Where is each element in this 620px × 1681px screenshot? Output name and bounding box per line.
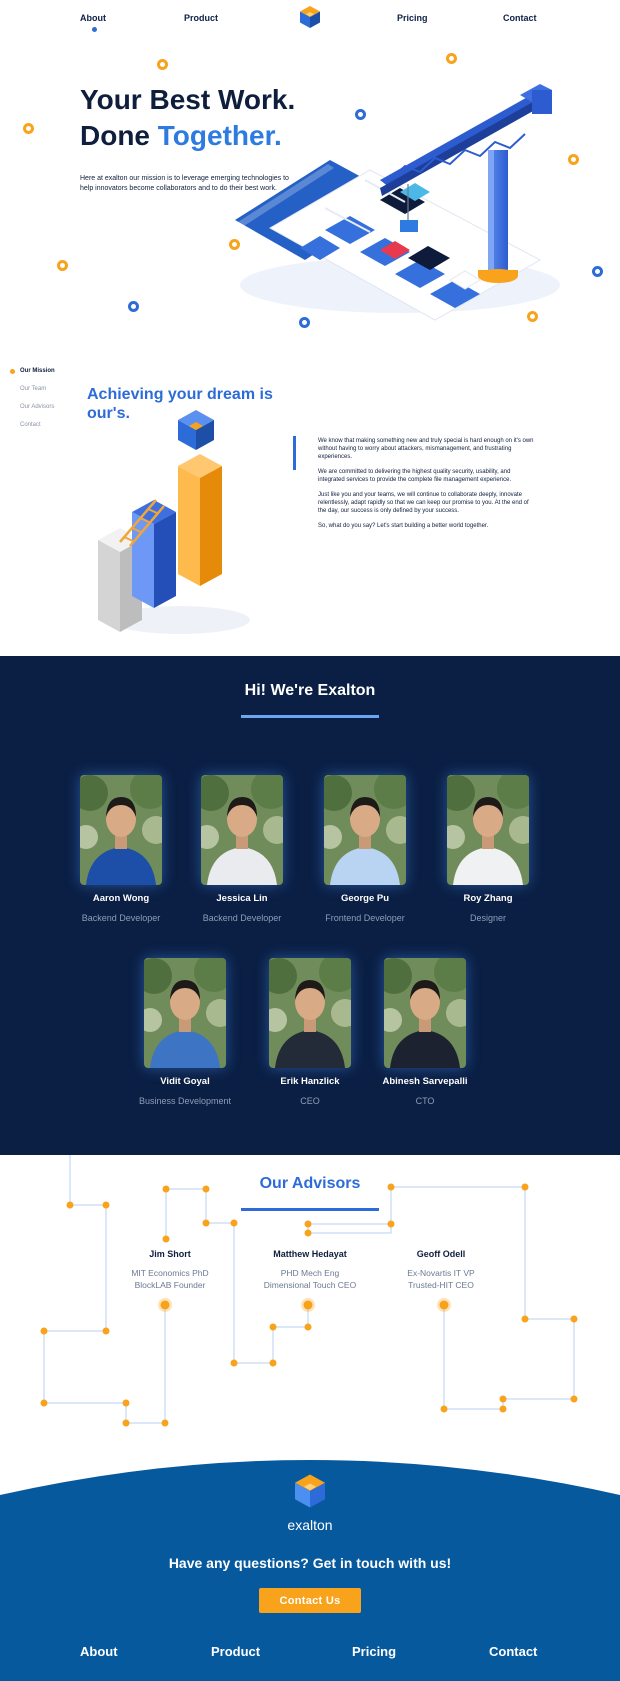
advisor-credential: BlockLAB Founder xyxy=(134,1280,206,1290)
mission-paragraph: We are committed to delivering the highe… xyxy=(318,469,512,483)
avatar xyxy=(80,775,162,885)
team-member-card: Vidit Goyal Business Development xyxy=(125,958,245,1106)
side-nav-item-label: Our Mission xyxy=(20,368,55,374)
decor-ring xyxy=(23,123,34,134)
avatar xyxy=(269,958,351,1068)
exalton-logo-icon[interactable] xyxy=(298,5,322,29)
team-title-underline xyxy=(241,715,379,718)
member-role: Backend Developer xyxy=(202,913,282,923)
advisors-title: Our Advisors xyxy=(259,1175,361,1192)
member-name: Jessica Lin xyxy=(216,893,268,904)
team-member-card: Erik Hanzlick CEO xyxy=(250,958,370,1106)
decor-ring xyxy=(57,260,68,271)
side-nav-item-label: Contact xyxy=(20,422,41,428)
avatar xyxy=(447,775,529,885)
team-member-card: Jessica Lin Backend Developer xyxy=(182,775,302,923)
member-name: Abinesh Sarvepalli xyxy=(382,1076,468,1087)
advisor-name: Geoff Odell xyxy=(416,1249,466,1259)
decor-ring xyxy=(446,53,457,64)
footer-nav-contact-link[interactable]: Contact xyxy=(489,1644,537,1659)
team-section: Hi! We're Exalton Aaron Wong Backend Dev… xyxy=(0,656,620,1155)
nav-pricing-link[interactable]: Pricing xyxy=(397,13,428,23)
advisor-card: Matthew Hedayat PHD Mech Eng Dimensional… xyxy=(240,1249,380,1291)
advisor-credential: MIT Economics PhD xyxy=(131,1268,209,1278)
side-nav-item-our-advisors[interactable]: Our Advisors xyxy=(10,398,55,416)
member-role: Frontend Developer xyxy=(325,913,405,923)
mission-paragraph: Just like you and your teams, we will co… xyxy=(318,492,529,514)
footer-nav-product-link[interactable]: Product xyxy=(211,1644,260,1659)
member-name: Vidit Goyal xyxy=(160,1076,210,1087)
footer-nav-about-link[interactable]: About xyxy=(80,1644,118,1659)
nav-active-indicator xyxy=(92,27,97,32)
member-role: CTO xyxy=(415,1096,435,1106)
top-nav: About Product Pricing Contact xyxy=(0,0,620,40)
bullet xyxy=(10,405,15,410)
circuit-lines-decoration xyxy=(40,1155,578,1427)
footer-brand-name: exalton xyxy=(287,1517,333,1533)
advisors-title-underline xyxy=(241,1208,379,1211)
team-member-card: Roy Zhang Designer xyxy=(428,775,548,923)
decor-ring xyxy=(128,301,139,312)
bar-columns-illustration xyxy=(98,410,250,634)
member-name: Aaron Wong xyxy=(92,893,150,904)
bullet xyxy=(10,387,15,392)
side-nav-item-label: Our Team xyxy=(20,386,47,392)
member-name: Roy Zhang xyxy=(463,893,513,904)
avatar xyxy=(324,775,406,885)
crane-dashboard-illustration xyxy=(235,84,560,321)
exalton-logo-icon xyxy=(295,1474,325,1508)
member-role: Business Development xyxy=(138,1096,232,1106)
footer-nav-pricing-link[interactable]: Pricing xyxy=(352,1644,396,1659)
advisor-credential: Ex-Novartis IT VP xyxy=(407,1268,475,1278)
nav-contact-link[interactable]: Contact xyxy=(503,13,537,23)
decor-ring xyxy=(157,59,168,70)
hero-title-done: Done xyxy=(80,120,150,151)
team-member-card: Aaron Wong Backend Developer xyxy=(61,775,181,923)
contact-prompt: Have any questions? Get in touch with us… xyxy=(168,1555,452,1571)
advisor-name: Jim Short xyxy=(149,1249,191,1259)
member-name: Erik Hanzlick xyxy=(280,1076,340,1087)
section-side-nav: Our Mission Our Team Our Advisors Contac… xyxy=(10,362,55,434)
bullet xyxy=(10,423,15,428)
member-role: Backend Developer xyxy=(81,913,161,923)
avatar xyxy=(384,958,466,1068)
member-role: Designer xyxy=(469,913,507,923)
decor-ring xyxy=(592,266,603,277)
member-role: CEO xyxy=(300,1096,320,1106)
active-bullet xyxy=(10,368,15,374)
nav-about-link[interactable]: About xyxy=(80,13,106,23)
side-nav-item-contact[interactable]: Contact xyxy=(10,416,55,434)
advisor-credential: Trusted-HIT CEO xyxy=(408,1280,474,1290)
avatar xyxy=(201,775,283,885)
advisor-credential: Dimensional Touch CEO xyxy=(263,1280,357,1290)
advisor-card: Jim Short MIT Economics PhD BlockLAB Fou… xyxy=(100,1249,240,1291)
mission-paragraph: So, what do you say? Let's start buildin… xyxy=(318,523,489,529)
team-member-card: George Pu Frontend Developer xyxy=(305,775,425,923)
advisor-credential: PHD Mech Eng xyxy=(280,1268,340,1278)
team-member-card: Abinesh Sarvepalli CTO xyxy=(365,958,485,1106)
side-nav-item-our-mission[interactable]: Our Mission xyxy=(10,362,55,380)
team-title: Hi! We're Exalton xyxy=(244,682,376,699)
avatar xyxy=(144,958,226,1068)
advisor-card: Geoff Odell Ex-Novartis IT VP Trusted-HI… xyxy=(371,1249,511,1291)
side-nav-item-our-team[interactable]: Our Team xyxy=(10,380,55,398)
side-nav-item-label: Our Advisors xyxy=(20,404,55,410)
member-name: George Pu xyxy=(340,893,390,904)
contact-us-button[interactable]: Contact Us xyxy=(259,1588,361,1613)
footer: exalton Have any questions? Get in touch… xyxy=(0,1455,620,1681)
advisor-name: Matthew Hedayat xyxy=(273,1249,347,1259)
quote-accent-bar xyxy=(293,436,296,470)
mission-paragraph: We know that making something new and tr… xyxy=(318,438,534,460)
nav-product-link[interactable]: Product xyxy=(184,13,218,23)
advisors-section: Our Advisors Jim Short MIT Economics PhD… xyxy=(0,1155,620,1455)
mission-body: We know that making something new and tr… xyxy=(318,437,538,537)
